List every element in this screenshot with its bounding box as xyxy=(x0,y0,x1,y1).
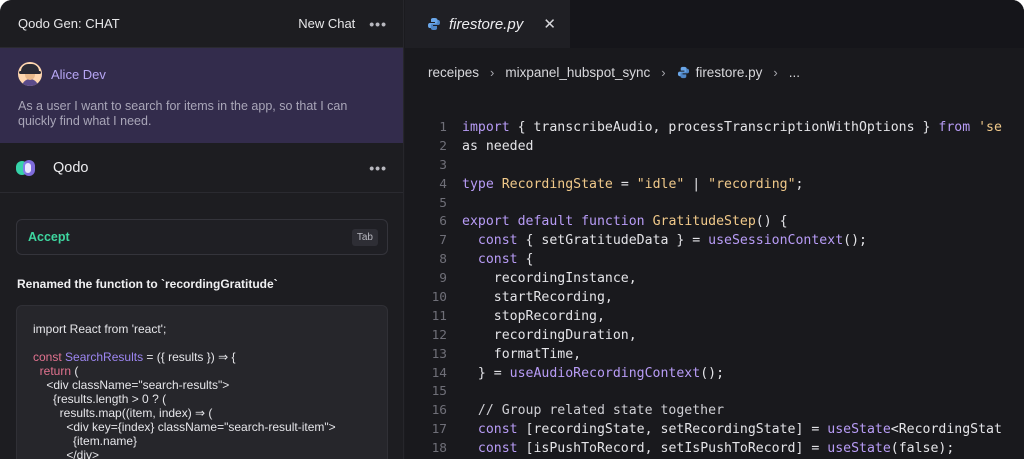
accept-label: Accept xyxy=(28,230,70,244)
snippet-line: const SearchResults = ({ results }) ⇒ { xyxy=(33,350,236,364)
code-line: 3 xyxy=(405,156,1024,175)
user-message: Alice Dev As a user I want to search for… xyxy=(0,48,403,143)
snippet-line: return ( xyxy=(39,364,79,378)
code-line: 7 const { setGratitudeData } = useSessio… xyxy=(405,231,1024,250)
code-text: const [isPushToRecord, setIsPushToRecord… xyxy=(477,441,955,457)
snippet-line xyxy=(33,336,371,350)
code-line: 6 export default function GratitudeStep()… xyxy=(405,212,1024,231)
snippet-line: import React from 'react'; xyxy=(33,322,167,336)
new-chat-button[interactable]: New Chat xyxy=(298,16,355,31)
tab-firestore-py[interactable]: firestore.py ✕ xyxy=(405,0,570,48)
code-text: import { transcribeAudio, processTranscr… xyxy=(462,119,1002,135)
snippet-line: </div> xyxy=(33,448,100,459)
assistant-header: Qodo ••• xyxy=(0,143,403,193)
snippet-keyword: const xyxy=(33,350,62,364)
line-number: 10 xyxy=(431,289,447,305)
assistant-more-icon[interactable]: ••• xyxy=(369,160,387,176)
code-line: 8 const { xyxy=(405,250,1024,269)
breadcrumb: receipes › mixpanel_hubspot_sync › fires… xyxy=(405,48,1024,96)
line-number: 9 xyxy=(439,271,447,287)
snippet-line: <div className="search-results"> xyxy=(33,378,230,392)
line-number: 1 xyxy=(439,119,447,135)
line-number: 5 xyxy=(439,195,447,211)
user-name: Alice Dev xyxy=(51,66,106,82)
line-number: 18 xyxy=(431,441,447,457)
snippet-line: results.map((item, index) ⇒ ( xyxy=(33,406,213,420)
line-number: 15 xyxy=(431,384,447,400)
code-line: 9 recordingInstance, xyxy=(405,269,1024,288)
breadcrumb-item-more[interactable]: ... xyxy=(789,65,800,80)
user-avatar xyxy=(18,62,42,86)
code-text: stopRecording, xyxy=(462,308,605,324)
code-line: 10 startRecording, xyxy=(405,288,1024,307)
tab-bar: firestore.py ✕ xyxy=(405,0,1024,48)
line-number: 13 xyxy=(431,346,447,362)
code-snippet-card: import React from 'react'; const SearchR… xyxy=(16,305,388,459)
breadcrumb-item-file[interactable]: firestore.py xyxy=(696,65,763,80)
accept-shortcut-badge: Tab xyxy=(351,228,378,246)
code-text: type RecordingState = "idle" | "recordin… xyxy=(462,176,804,192)
user-message-text: As a user I want to search for items in … xyxy=(18,99,348,128)
assistant-summary: Renamed the function to `recordingGratit… xyxy=(17,277,278,291)
code-comment: // Group related state together xyxy=(462,403,725,419)
code-line: 13 formatTime, xyxy=(405,345,1024,364)
code-line: 2 as needed xyxy=(405,137,1024,156)
code-text: export default function GratitudeStep() … xyxy=(462,214,788,230)
line-number: 4 xyxy=(439,176,447,192)
code-area[interactable]: 1 import { transcribeAudio, processTransc… xyxy=(405,118,1024,458)
breadcrumb-item-receipes[interactable]: receipes xyxy=(428,65,479,80)
code-line: 1 import { transcribeAudio, processTransc… xyxy=(405,118,1024,137)
line-number: 17 xyxy=(431,422,447,438)
chevron-right-icon: › xyxy=(490,64,495,80)
qodo-logo-icon xyxy=(16,159,38,177)
chat-title: Qodo Gen: CHAT xyxy=(18,16,120,31)
snippet-fn-name: SearchResults xyxy=(65,350,144,364)
code-text: } = useAudioRecordingContext(); xyxy=(462,365,725,381)
line-number: 12 xyxy=(431,327,447,343)
accept-button[interactable]: Accept Tab xyxy=(16,219,388,255)
python-icon xyxy=(677,66,689,78)
line-number: 2 xyxy=(439,138,447,154)
code-line: 18 const [isPushToRecord, setIsPushToRec… xyxy=(405,439,1024,458)
user-row: Alice Dev xyxy=(18,62,385,86)
assistant-name: Qodo xyxy=(53,159,89,176)
tab-label: firestore.py xyxy=(449,15,524,33)
snippet-line: {results.length > 0 ? ( xyxy=(33,392,167,406)
line-number: 3 xyxy=(439,157,447,173)
chevron-right-icon: › xyxy=(661,64,666,80)
chat-more-icon[interactable]: ••• xyxy=(369,16,387,32)
app-window: Qodo Gen: CHAT New Chat ••• Alice Dev As… xyxy=(0,0,1024,459)
code-line: 14 } = useAudioRecordingContext(); xyxy=(405,364,1024,383)
code-text: const { xyxy=(477,252,534,268)
code-line: 12 recordingDuration, xyxy=(405,326,1024,345)
chat-header: Qodo Gen: CHAT New Chat ••• xyxy=(0,0,403,48)
code-line: 4 type RecordingState = "idle" | "recordi… xyxy=(405,175,1024,194)
line-number: 8 xyxy=(439,252,447,268)
code-line: 16 // Group related state together xyxy=(405,401,1024,420)
code-line: 15 xyxy=(405,382,1024,401)
code-text: recordingInstance, xyxy=(462,271,637,287)
code-text: recordingDuration, xyxy=(462,327,637,343)
line-number: 6 xyxy=(439,214,447,230)
code-text: as needed xyxy=(462,138,534,154)
snippet-line: <div key={index} className="search-resul… xyxy=(33,420,336,434)
snippet-line: {item.name} xyxy=(33,434,138,448)
code-line: 5 xyxy=(405,194,1024,213)
breadcrumb-item-folder[interactable]: mixpanel_hubspot_sync xyxy=(505,65,650,80)
code-text: startRecording, xyxy=(462,289,613,305)
chevron-right-icon: › xyxy=(773,64,778,80)
line-number: 14 xyxy=(431,365,447,381)
line-number: 11 xyxy=(431,308,447,324)
code-text: const { setGratitudeData } = useSessionC… xyxy=(477,233,867,249)
code-line: 17 const [recordingState, setRecordingSt… xyxy=(405,420,1024,439)
line-number: 7 xyxy=(439,233,447,249)
code-text: formatTime, xyxy=(462,346,582,362)
code-editor: firestore.py ✕ receipes › mixpanel_hubsp… xyxy=(405,0,1024,459)
python-icon xyxy=(428,18,440,30)
close-icon[interactable]: ✕ xyxy=(543,15,556,33)
code-text: const [recordingState, setRecordingState… xyxy=(477,422,1002,438)
chat-panel: Qodo Gen: CHAT New Chat ••• Alice Dev As… xyxy=(0,0,404,459)
code-line: 11 stopRecording, xyxy=(405,307,1024,326)
line-number: 16 xyxy=(431,403,447,419)
